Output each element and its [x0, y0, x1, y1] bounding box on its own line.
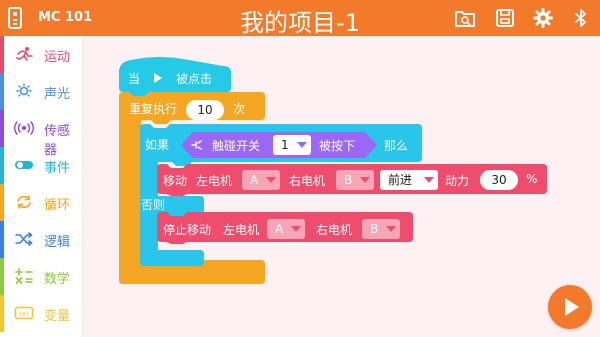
sidebar-item-label: 声光 — [44, 87, 71, 102]
save-icon[interactable] — [494, 7, 516, 29]
sidebar-item-label: 运动 — [44, 50, 71, 65]
sidebar-item-label: 数学 — [44, 272, 71, 287]
stop-right-port-value: B — [370, 222, 379, 236]
code-workspace[interactable]: 当 被点击 重复执行 10 次 如果 触碰开关 1 被按下 那么 移动 左电机 … — [83, 36, 600, 337]
move-left-port-dropdown[interactable]: A — [242, 170, 280, 190]
running-figure-icon — [16, 47, 33, 61]
sidebar-item-label: 逻辑 — [44, 235, 71, 250]
sidebar-item-label: 变量 — [44, 309, 71, 324]
stop-right-motor-label: 右电机 — [316, 223, 353, 237]
svg-text:(x): (x) — [19, 310, 29, 318]
touch-port-dropdown[interactable]: 1 — [273, 135, 311, 155]
move-right-port-dropdown[interactable]: B — [336, 170, 374, 190]
stop-label: 停止移动 — [163, 223, 212, 237]
power-input[interactable]: 30 — [480, 170, 518, 190]
condition-state-label: 被按下 — [319, 139, 356, 153]
toggle-icon — [15, 161, 33, 169]
run-program-button[interactable] — [548, 285, 592, 329]
chevron-down-icon — [424, 177, 434, 183]
direction-dropdown[interactable]: 前进 — [380, 170, 438, 190]
chevron-down-icon — [297, 142, 307, 148]
chevron-down-icon — [291, 226, 301, 232]
condition-label: 触碰开关 — [212, 139, 261, 153]
sidebar-item-sensors[interactable]: 传感器 — [0, 110, 82, 158]
chevron-down-icon — [266, 177, 276, 183]
sidebar-item-events[interactable]: 事件 — [0, 147, 82, 184]
touch-port-value: 1 — [281, 138, 289, 152]
category-color-bar — [0, 258, 4, 295]
sidebar-item-variables[interactable]: (x) 变量 — [0, 295, 82, 332]
category-color-bar — [0, 147, 4, 184]
sidebar-item-logic[interactable]: 逻辑 — [0, 221, 82, 258]
move-right-motor-label: 右电机 — [289, 174, 326, 188]
gear-icon[interactable] — [532, 7, 554, 29]
if-label: 如果 — [145, 138, 170, 152]
sidebar-item-label: 事件 — [44, 161, 71, 176]
touch-sensor-icon — [191, 140, 202, 150]
repeat-unit-label: 次 — [233, 102, 246, 116]
repeat-label: 重复执行 — [129, 102, 178, 116]
shuffle-icon — [15, 232, 33, 246]
variable-icon: (x) — [14, 306, 34, 320]
stop-right-port-dropdown[interactable]: B — [362, 219, 400, 239]
bluetooth-icon[interactable] — [570, 7, 592, 29]
move-left-port-value: A — [250, 173, 259, 187]
chevron-down-icon — [360, 177, 370, 183]
category-color-bar — [0, 36, 4, 73]
sidebar-item-label: 循环 — [44, 198, 71, 213]
category-color-bar — [0, 221, 4, 258]
sidebar-item-sound-light[interactable]: 声光 — [0, 73, 82, 110]
sensor-waves-icon — [14, 121, 34, 135]
category-color-bar — [0, 110, 4, 147]
event-prefix-label: 当 — [128, 72, 141, 86]
category-color-bar — [0, 295, 4, 332]
move-right-port-value: B — [344, 173, 353, 187]
stop-left-port-dropdown[interactable]: A — [267, 219, 305, 239]
sidebar-item-motion[interactable]: 运动 — [0, 36, 82, 73]
power-unit-label: % — [526, 172, 538, 186]
folder-search-icon[interactable] — [454, 7, 476, 29]
power-label: 动力 — [445, 174, 470, 188]
repeat-count-input[interactable]: 10 — [186, 100, 224, 120]
move-left-motor-label: 左电机 — [196, 174, 233, 188]
loop-arrows-icon — [17, 195, 31, 209]
else-label: 否则 — [141, 198, 166, 212]
move-label: 移动 — [163, 174, 188, 188]
stop-left-motor-label: 左电机 — [223, 223, 260, 237]
stop-left-port-value: A — [275, 222, 284, 236]
event-suffix-label: 被点击 — [176, 72, 213, 86]
category-color-bar — [0, 73, 4, 110]
category-color-bar — [0, 184, 4, 221]
sidebar-item-math[interactable]: 数学 — [0, 258, 82, 295]
direction-value: 前进 — [388, 173, 413, 187]
block-category-sidebar: 运动 声光 传感器 事件 循环 逻辑 数学 (x) 变量 — [0, 36, 83, 337]
chevron-down-icon — [386, 226, 396, 232]
top-bar: MC 101 我的项目-1 — [0, 0, 600, 37]
play-flag-icon — [154, 73, 162, 83]
light-sound-icon — [16, 83, 32, 97]
math-operators-icon — [15, 268, 33, 284]
then-label: 那么 — [384, 139, 409, 153]
sidebar-item-loops[interactable]: 循环 — [0, 184, 82, 221]
